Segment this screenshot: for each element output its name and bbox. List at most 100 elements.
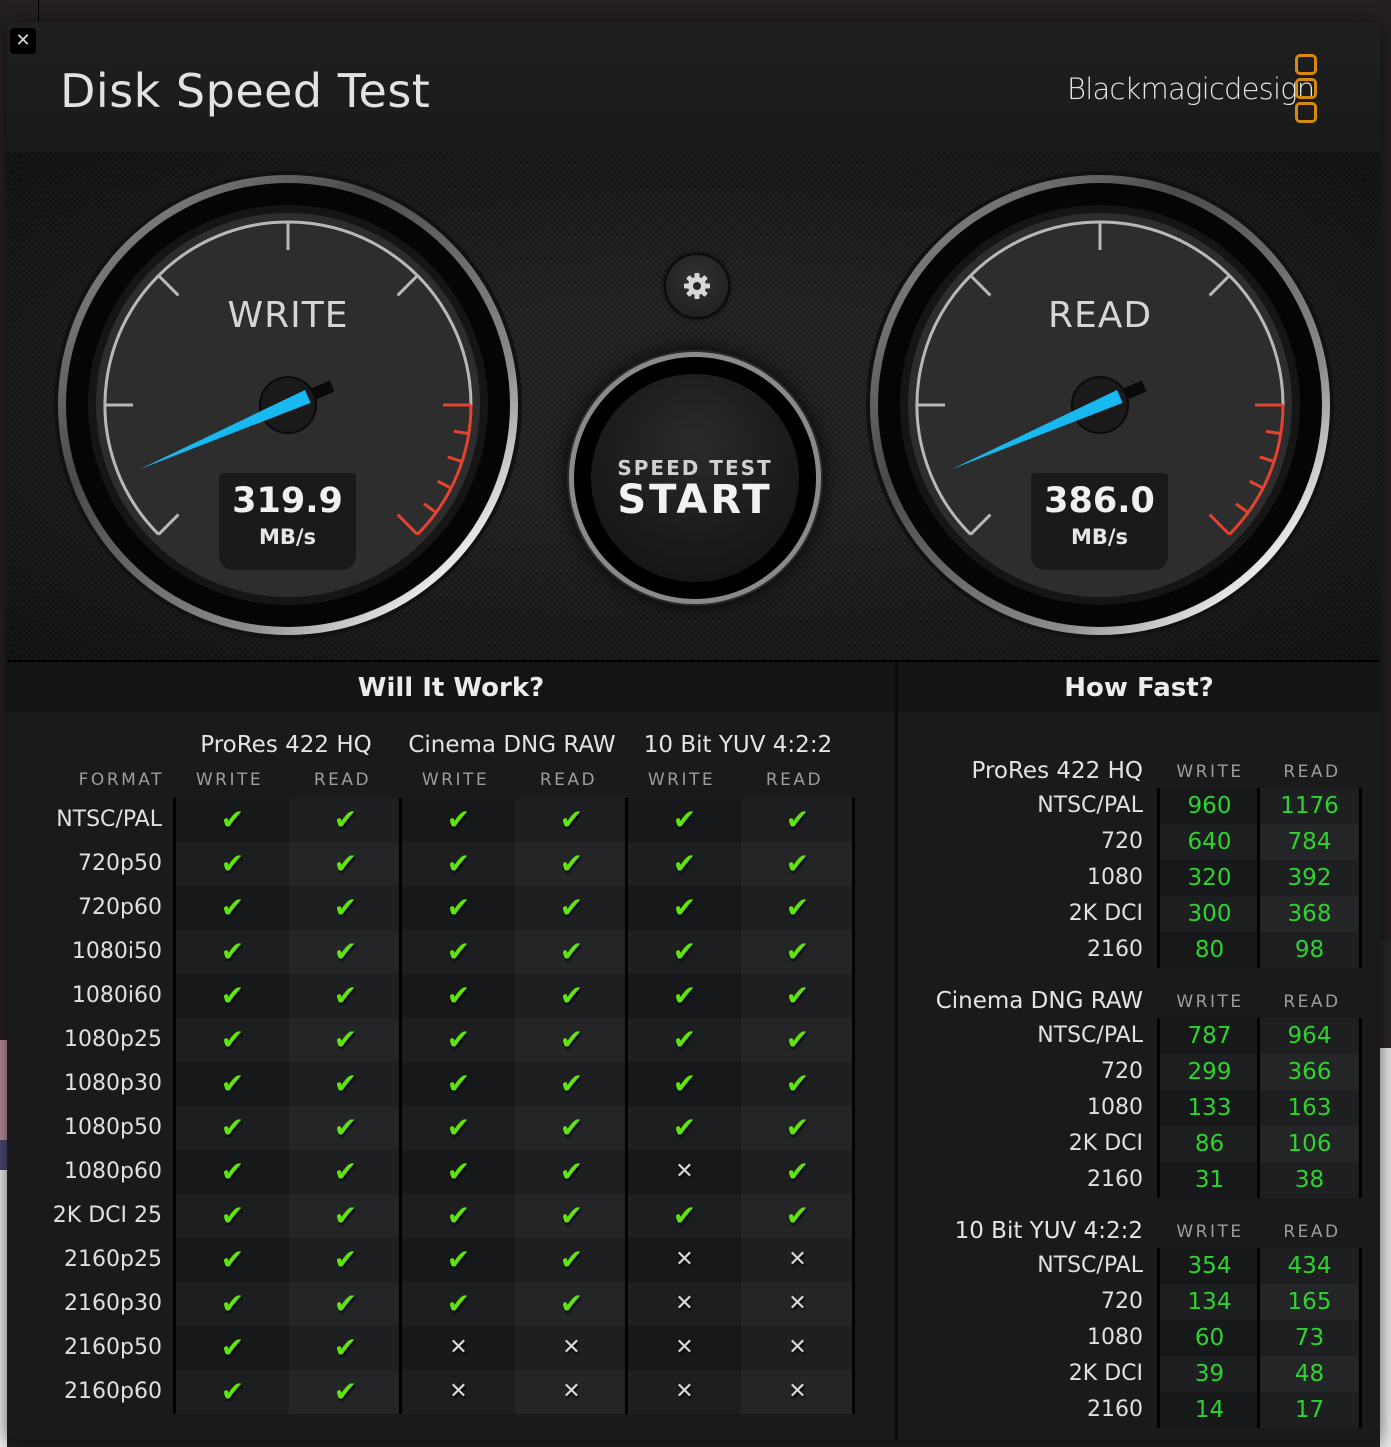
result-pass-cell: ✔ <box>515 1238 628 1282</box>
write-speed-value: 86 <box>1160 1126 1259 1162</box>
cross-icon: ✕ <box>675 1335 694 1360</box>
checkmark-icon: ✔ <box>220 1243 245 1276</box>
checkmark-icon: ✔ <box>333 1375 358 1408</box>
format-label: NTSC/PAL <box>1037 793 1143 818</box>
result-pass-cell: ✔ <box>289 1370 402 1414</box>
write-speed-value: 39 <box>1160 1356 1259 1392</box>
brand-name: Blackmagicdesign <box>1067 72 1315 106</box>
speed-row: 1080 133 163 <box>898 1090 1359 1126</box>
cross-icon: ✕ <box>675 1247 694 1272</box>
result-pass-cell: ✔ <box>515 1282 628 1326</box>
column-divider <box>399 798 402 1414</box>
column-divider <box>625 798 628 1414</box>
checkmark-icon: ✔ <box>333 1111 358 1144</box>
result-pass-cell: ✔ <box>176 1106 289 1150</box>
format-label: 2K DCI <box>1068 901 1143 926</box>
codec-header: Cinema DNG RAW <box>935 988 1143 1014</box>
column-divider <box>1257 788 1260 968</box>
result-pass-cell: ✔ <box>515 798 628 842</box>
cross-icon: ✕ <box>788 1379 807 1404</box>
format-label: 1080 <box>1087 865 1143 890</box>
format-row: 2160p60 ✔ ✔ ✕ ✕ ✕ ✕ <box>64 1370 856 1414</box>
result-pass-cell: ✔ <box>741 798 854 842</box>
cross-icon: ✕ <box>675 1159 694 1184</box>
how-fast-title: How Fast? <box>898 662 1380 712</box>
format-label: 2160p25 <box>64 1247 162 1272</box>
checkmark-icon: ✔ <box>446 1243 471 1276</box>
format-label: 2K DCI <box>1068 1361 1143 1386</box>
write-column-header: WRITE <box>647 770 716 790</box>
speed-row: NTSC/PAL 960 1176 <box>898 788 1359 824</box>
result-fail-cell: ✕ <box>628 1150 741 1194</box>
format-label: 720 <box>1101 1059 1143 1084</box>
result-pass-cell: ✔ <box>515 842 628 886</box>
checkmark-icon: ✔ <box>333 1331 358 1364</box>
write-speed-value: 14 <box>1160 1392 1259 1428</box>
column-divider <box>1157 788 1160 968</box>
cross-icon: ✕ <box>562 1379 581 1404</box>
column-divider <box>1257 1248 1260 1428</box>
result-pass-cell: ✔ <box>515 1018 628 1062</box>
result-pass-cell: ✔ <box>289 1238 402 1282</box>
result-pass-cell: ✔ <box>402 1238 515 1282</box>
checkmark-icon: ✔ <box>672 803 697 836</box>
result-pass-cell: ✔ <box>741 1106 854 1150</box>
result-pass-cell: ✔ <box>289 1018 402 1062</box>
settings-button[interactable] <box>664 253 730 319</box>
checkmark-icon: ✔ <box>333 891 358 924</box>
result-fail-cell: ✕ <box>515 1326 628 1370</box>
read-speed-value: 38 <box>1260 1162 1359 1198</box>
format-label: 1080i50 <box>71 939 162 964</box>
read-speed-value: 392 <box>1260 860 1359 896</box>
write-speed-value: 134 <box>1160 1284 1259 1320</box>
background-window <box>0 1040 7 1140</box>
result-pass-cell: ✔ <box>628 974 741 1018</box>
app-title: Disk Speed Test <box>60 64 431 118</box>
speed-row: 2160 31 38 <box>898 1162 1359 1198</box>
checkmark-icon: ✔ <box>220 847 245 880</box>
format-row: 2160p50 ✔ ✔ ✕ ✕ ✕ ✕ <box>64 1326 856 1370</box>
result-pass-cell: ✔ <box>741 886 854 930</box>
checkmark-icon: ✔ <box>672 891 697 924</box>
format-row: 1080i50 ✔ ✔ ✔ ✔ ✔ ✔ <box>72 930 856 974</box>
checkmark-icon: ✔ <box>333 979 358 1012</box>
result-pass-cell: ✔ <box>176 930 289 974</box>
write-column-header: WRITE <box>421 770 490 790</box>
cross-icon: ✕ <box>788 1335 807 1360</box>
format-label: 1080p50 <box>64 1115 162 1140</box>
checkmark-icon: ✔ <box>446 1155 471 1188</box>
result-pass-cell: ✔ <box>402 974 515 1018</box>
checkmark-icon: ✔ <box>220 1111 245 1144</box>
result-pass-cell: ✔ <box>289 1062 402 1106</box>
write-column-header: WRITE <box>195 770 264 790</box>
codec-header: ProRes 422 HQ <box>971 758 1144 784</box>
result-pass-cell: ✔ <box>289 1106 402 1150</box>
result-pass-cell: ✔ <box>402 1062 515 1106</box>
checkmark-icon: ✔ <box>333 803 358 836</box>
checkmark-icon: ✔ <box>785 1023 810 1056</box>
checkmark-icon: ✔ <box>559 1287 584 1320</box>
read-speed-value: 48 <box>1260 1356 1359 1392</box>
result-pass-cell: ✔ <box>628 886 741 930</box>
write-speed-value: 300 <box>1160 896 1259 932</box>
read-speed-value: 964 <box>1260 1018 1359 1054</box>
background-window <box>0 1140 7 1170</box>
checkmark-icon: ✔ <box>446 1023 471 1056</box>
result-pass-cell: ✔ <box>628 798 741 842</box>
write-column-header: WRITE <box>1176 1222 1244 1242</box>
checkmark-icon: ✔ <box>559 1199 584 1232</box>
format-label: 1080 <box>1087 1095 1143 1120</box>
result-pass-cell: ✔ <box>402 930 515 974</box>
checkmark-icon: ✔ <box>559 979 584 1012</box>
result-fail-cell: ✕ <box>628 1370 741 1414</box>
close-button[interactable]: ✕ <box>10 28 36 54</box>
checkmark-icon: ✔ <box>333 1155 358 1188</box>
format-row: NTSC/PAL ✔ ✔ ✔ ✔ ✔ ✔ <box>56 798 856 842</box>
result-pass-cell: ✔ <box>289 974 402 1018</box>
result-pass-cell: ✔ <box>515 930 628 974</box>
result-pass-cell: ✔ <box>289 1150 402 1194</box>
checkmark-icon: ✔ <box>785 1111 810 1144</box>
format-row: 1080i60 ✔ ✔ ✔ ✔ ✔ ✔ <box>72 974 856 1018</box>
speed-test-start-button[interactable]: SPEED TEST START <box>574 357 816 599</box>
write-speed-value: 960 <box>1160 788 1259 824</box>
